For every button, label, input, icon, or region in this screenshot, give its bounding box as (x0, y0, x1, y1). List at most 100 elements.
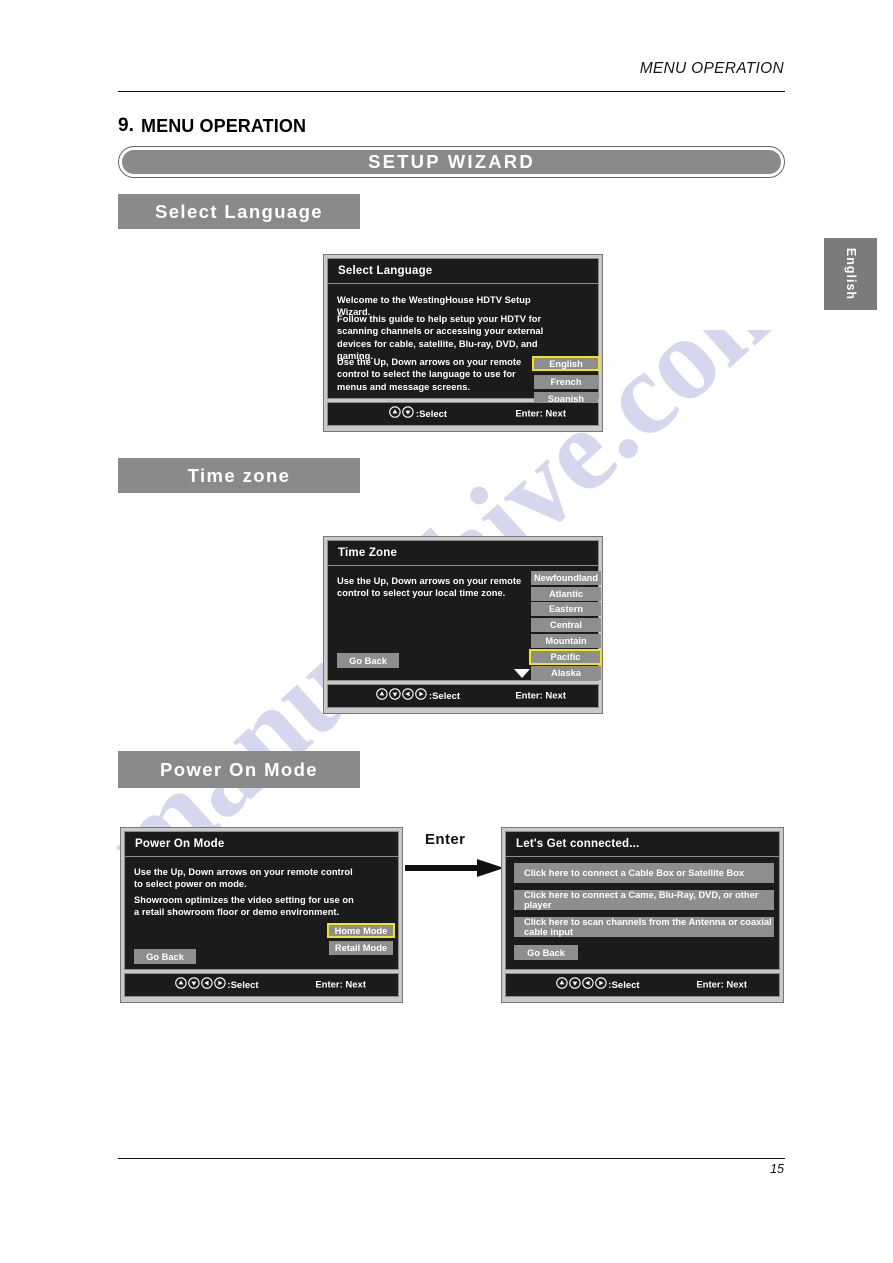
flow-enter-label: Enter (425, 831, 466, 848)
subsection-bar-time-zone: Time zone (118, 458, 360, 493)
osd-footer-hint-select: :Select (389, 405, 447, 423)
setup-wizard-banner: SETUP WIZARD (118, 146, 785, 178)
option-central-label: Central (549, 620, 583, 630)
option-mountain-label: Mountain (545, 636, 587, 646)
option-mountain[interactable]: Mountain (531, 634, 601, 648)
left-arrow-key-icon (200, 976, 213, 994)
osd-title-lets-get-connected: Let's Get connected... (505, 831, 780, 857)
option-home-mode[interactable]: Home Mode (327, 923, 395, 938)
subsection-bar-power-on-mode-label: Power On Mode (160, 758, 318, 780)
up-arrow-key-icon (174, 976, 187, 994)
option-newfoundland[interactable]: Newfoundland (531, 571, 601, 585)
option-eastern-label: Eastern (548, 604, 584, 614)
osd-footer-enter-label: Enter: Next (696, 979, 747, 991)
option-connect-cable-box-label: Click here to connect a Cable Box or Sat… (524, 868, 745, 878)
option-english-label: English (549, 358, 583, 369)
osd-footer-enter-label: Enter: Next (515, 408, 566, 420)
down-arrow-key-icon (402, 405, 414, 423)
subsection-bar-select-language: Select Language (118, 194, 360, 229)
osd-paragraph-power-instructions: Use the Up, Down arrows on your remote c… (134, 867, 353, 890)
go-back-button-label: Go Back (349, 655, 387, 666)
osd-title-time-zone: Time Zone (327, 540, 599, 566)
section-number: 9. (118, 115, 134, 136)
subsection-bar-select-language-label: Select Language (154, 200, 323, 222)
right-arrow-key-icon (415, 687, 427, 705)
osd-title-select-language: Select Language (327, 258, 599, 284)
up-arrow-key-icon (555, 976, 568, 994)
header-rule (118, 91, 785, 92)
go-back-button-label: Go Back (527, 947, 565, 958)
go-back-button-label: Go Back (146, 951, 184, 962)
osd-title-label: Time Zone (338, 547, 398, 559)
option-scan-antenna-label: Click here to scan channels from the Ant… (524, 917, 772, 937)
option-retail-mode[interactable]: Retail Mode (329, 941, 393, 955)
option-connect-player[interactable]: Click here to connect a Came, Blu-Ray, D… (514, 890, 774, 910)
osd-footer-time-zone: :Select Enter: Next (327, 684, 599, 708)
osd-paragraph-timezone-instructions: Use the Up, Down arrows on your remote c… (337, 576, 522, 599)
left-arrow-key-icon (402, 687, 414, 705)
subsection-bar-time-zone-label: Time zone (187, 464, 291, 486)
option-atlantic[interactable]: Atlantic (531, 587, 601, 601)
osd-body-lets-get-connected: Click here to connect a Cable Box or Sat… (505, 857, 780, 970)
osd-footer-select-label: :Select (608, 979, 640, 991)
osd-footer-enter-label: Enter: Next (315, 979, 366, 991)
go-back-button[interactable]: Go Back (337, 653, 399, 668)
go-back-button[interactable]: Go Back (514, 945, 578, 960)
manual-page: manualshive.com MENU OPERATION English 9… (0, 0, 893, 1263)
option-home-mode-label: Home Mode (334, 925, 388, 936)
osd-footer-select-language: :Select Enter: Next (327, 402, 599, 426)
option-connect-player-label: Click here to connect a Came, Blu-Ray, D… (524, 890, 759, 910)
osd-footer-select-label: :Select (428, 690, 461, 702)
option-french-label: French (550, 377, 582, 387)
option-alaska-label: Alaska (551, 668, 581, 678)
down-arrow-key-icon (389, 687, 401, 705)
osd-footer-lets-get-connected: :Select Enter: Next (505, 973, 780, 997)
osd-title-label: Select Language (338, 265, 433, 277)
language-side-tab: English (824, 238, 877, 310)
option-retail-mode-label: Retail Mode (334, 943, 388, 953)
osd-title-label: Let's Get connected... (516, 838, 640, 850)
option-eastern[interactable]: Eastern (531, 602, 601, 616)
setup-wizard-banner-label: SETUP WIZARD (368, 151, 535, 172)
osd-footer-select-label: :Select (227, 979, 259, 991)
osd-footer-hint-select: :Select (555, 976, 640, 994)
right-arrow-key-icon (594, 976, 607, 994)
scroll-down-caret-icon[interactable] (514, 669, 530, 678)
osd-title-power-on-mode: Power On Mode (124, 831, 399, 857)
option-central[interactable]: Central (531, 618, 601, 632)
subsection-bar-power-on-mode: Power On Mode (118, 751, 360, 788)
option-scan-antenna[interactable]: Click here to scan channels from the Ant… (514, 917, 774, 937)
option-pacific[interactable]: Pacific (529, 649, 602, 665)
up-arrow-key-icon (376, 687, 388, 705)
option-newfoundland-label: Newfoundland (533, 573, 599, 583)
down-arrow-key-icon (187, 976, 200, 994)
page-number: 15 (770, 1162, 784, 1176)
up-arrow-key-icon (389, 405, 401, 423)
option-atlantic-label: Atlantic (548, 589, 584, 599)
option-alaska[interactable]: Alaska (531, 666, 601, 680)
osd-title-label: Power On Mode (135, 838, 225, 850)
osd-body-power-on-mode: Use the Up, Down arrows on your remote c… (124, 857, 399, 970)
page-title: MENU OPERATION (141, 116, 307, 136)
footer-rule (118, 1158, 785, 1159)
osd-footer-select-label: :Select (415, 408, 448, 420)
setup-wizard-banner-inner: SETUP WIZARD (122, 150, 781, 174)
option-english[interactable]: English (532, 356, 600, 371)
osd-paragraph-guide: Follow this guide to help setup your HDT… (337, 314, 544, 361)
osd-paragraph-instructions: Use the Up, Down arrows on your remote c… (337, 357, 522, 392)
osd-footer-hint-select: :Select (376, 687, 460, 705)
option-pacific-label: Pacific (550, 652, 581, 662)
osd-footer-power-on-mode: :Select Enter: Next (124, 973, 399, 997)
osd-panel-power-on-mode: Power On Mode Use the Up, Down arrows on… (120, 827, 403, 1003)
osd-panel-lets-get-connected: Let's Get connected... Click here to con… (501, 827, 784, 1003)
language-side-tab-label: English (843, 247, 858, 301)
osd-panel-select-language: Select Language Welcome to the WestingHo… (323, 254, 603, 432)
flow-arrow-icon (405, 859, 504, 877)
osd-footer-enter-label: Enter: Next (515, 690, 566, 702)
option-connect-cable-box[interactable]: Click here to connect a Cable Box or Sat… (514, 863, 774, 883)
down-arrow-key-icon (568, 976, 581, 994)
osd-footer-hint-select: :Select (174, 976, 259, 994)
osd-body-time-zone: Use the Up, Down arrows on your remote c… (327, 566, 602, 681)
option-french[interactable]: French (534, 375, 598, 389)
go-back-button[interactable]: Go Back (134, 949, 196, 964)
